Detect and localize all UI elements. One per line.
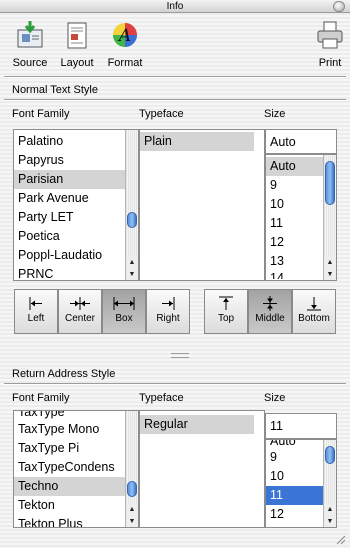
return-font-list[interactable]: TaxType TaxType Mono TaxType Pi TaxTypeC… [13,410,139,528]
list-item[interactable]: Park Avenue [14,189,138,208]
align-center-label: Center [64,313,95,324]
list-item[interactable]: TaxType [14,411,138,420]
toolbar-divider [4,76,346,78]
scroll-up-arrow-icon[interactable]: ▲ [126,504,138,515]
splitter-grip-icon[interactable] [171,353,189,358]
printer-icon [317,21,343,49]
list-item[interactable]: Poppl-Laudatio [14,246,138,265]
source-toolbar-button[interactable]: Source [11,20,49,69]
align-left-button[interactable]: Left [14,289,58,334]
scroll-down-arrow-icon[interactable]: ▼ [126,269,138,280]
valign-middle-icon [263,296,277,311]
normal-typeface-label: Typeface [139,108,184,120]
list-item[interactable]: TaxType Pi [14,439,138,458]
valign-middle-label: Middle [255,313,285,324]
align-box-label: Box [115,313,133,324]
normal-section-divider [4,99,346,101]
valign-top-button[interactable]: Top [204,289,248,334]
align-right-label: Right [156,313,180,324]
list-item[interactable]: Parisian [14,170,138,189]
scroll-thumb[interactable] [127,481,137,497]
window-zoom-button[interactable] [333,1,345,12]
scroll-thumb[interactable] [325,161,335,205]
return-section-title: Return Address Style [12,368,116,380]
format-toolbar-button[interactable]: A Format [105,20,145,69]
align-right-button[interactable]: Right [146,289,190,334]
layout-label: Layout [60,57,94,69]
normal-font-list[interactable]: Palatino Papyrus Parisian Park Avenue Pa… [13,129,139,281]
align-box-icon [113,297,135,310]
align-left-icon [29,297,42,310]
scroll-down-arrow-icon[interactable]: ▼ [126,516,138,527]
list-item[interactable]: PRNC [14,265,138,280]
print-label: Print [318,57,342,69]
return-typeface-list[interactable]: Regular [139,410,265,528]
list-item[interactable]: Tekton Plus [14,515,138,527]
layout-toolbar-button[interactable]: Layout [57,20,97,69]
list-item[interactable]: Tekton [14,496,138,515]
valign-bottom-icon [307,297,321,311]
scroll-up-arrow-icon[interactable]: ▲ [126,257,138,268]
valign-top-icon [219,296,233,310]
list-item[interactable]: Regular [140,415,254,434]
scroll-up-arrow-icon[interactable]: ▲ [324,257,336,268]
print-toolbar-button[interactable]: Print [313,20,347,69]
svg-text:A: A [117,26,131,46]
window-title: Info [166,1,184,12]
title-bar: Info [0,0,350,13]
return-size-scrollbar[interactable]: ▲ ▼ [323,440,336,527]
list-item[interactable]: Palatino [14,132,138,151]
list-item[interactable]: TaxTypeCondens [14,458,138,477]
scroll-up-arrow-icon[interactable]: ▲ [324,504,336,515]
list-item[interactable]: 11 [266,486,324,505]
align-center-icon [70,297,90,310]
scroll-down-arrow-icon[interactable]: ▼ [324,516,336,527]
return-section-divider [4,383,346,385]
align-center-button[interactable]: Center [58,289,102,334]
normal-size-scrollbar[interactable]: ▲ ▼ [323,155,336,280]
normal-font-family-label: Font Family [12,108,70,120]
format-icon: A [113,23,137,47]
source-icon [17,21,43,48]
normal-font-scrollbar[interactable]: ▲ ▼ [125,130,138,280]
scroll-down-arrow-icon[interactable]: ▼ [324,269,336,280]
valign-middle-button[interactable]: Middle [248,289,292,334]
list-item[interactable]: Plain [140,132,254,151]
return-font-scrollbar[interactable]: ▲ ▼ [125,411,138,527]
source-label: Source [12,57,48,69]
normal-typeface-list[interactable]: Plain [139,129,265,281]
layout-icon [67,22,87,49]
align-right-icon [162,297,175,310]
scroll-thumb[interactable] [325,446,335,464]
normal-size-field[interactable]: Auto [265,129,337,154]
return-size-field[interactable]: 11 [265,413,337,439]
return-size-list[interactable]: Auto 9 10 11 12 ▲ ▼ [265,439,337,528]
return-font-family-label: Font Family [12,392,70,404]
valign-top-label: Top [217,313,235,324]
normal-size-list[interactable]: Auto 9 10 11 12 13 14 ▲ ▼ [265,154,337,281]
format-label: Format [107,57,143,69]
list-item[interactable]: TaxType Mono [14,420,138,439]
scroll-thumb[interactable] [127,212,137,228]
align-box-button[interactable]: Box [102,289,146,334]
resize-grip-icon[interactable] [334,533,346,545]
valign-bottom-button[interactable]: Bottom [292,289,336,334]
valign-bottom-label: Bottom [298,313,330,324]
list-item[interactable]: Techno [14,477,138,496]
normal-section-title: Normal Text Style [12,84,98,96]
normal-size-label: Size [264,108,286,120]
return-typeface-label: Typeface [139,392,184,404]
align-left-label: Left [27,313,45,324]
return-size-label: Size [264,392,286,404]
list-item[interactable]: Papyrus [14,151,138,170]
list-item[interactable]: Party LET [14,208,138,227]
list-item[interactable]: Poetica [14,227,138,246]
